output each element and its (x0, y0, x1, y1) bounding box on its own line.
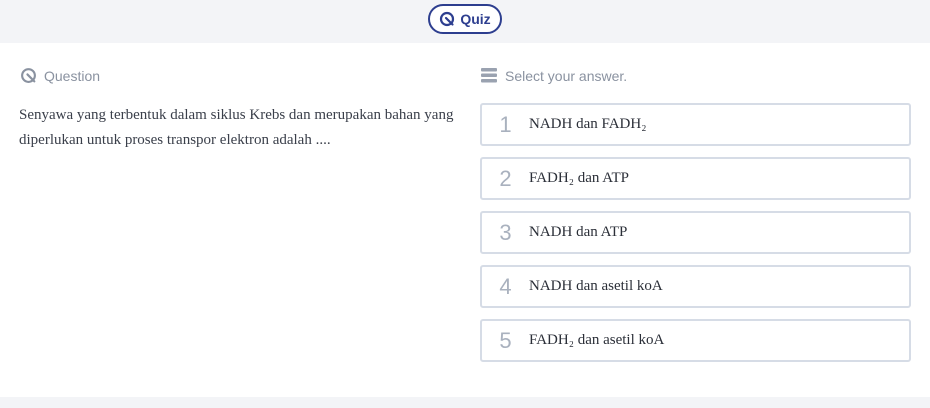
answer-option-1[interactable]: 1 NADH dan FADH₂ (480, 103, 911, 146)
bottom-strip (0, 397, 930, 408)
option-label: NADH dan ATP (529, 224, 628, 240)
answer-header: Select your answer. (481, 67, 627, 84)
option-number: 5 (499, 327, 512, 353)
option-label: NADH dan FADH₂ (529, 116, 647, 132)
list-icon (481, 67, 497, 84)
option-label: FADH₂ dan ATP (529, 170, 629, 186)
quiz-card: Question Senyawa yang terbentuk dalam si… (0, 43, 930, 397)
quiz-badge-button[interactable]: Quiz (428, 4, 502, 34)
answer-options: 1 NADH dan FADH₂ 2 FADH₂ dan ATP 3 NADH … (480, 103, 911, 373)
quiz-icon (439, 11, 455, 27)
quiz-badge-label: Quiz (460, 11, 491, 27)
answer-option-3[interactable]: 3 NADH dan ATP (480, 211, 911, 254)
question-header: Question (20, 67, 100, 84)
option-number: 3 (499, 219, 512, 245)
option-label: FADH₂ dan asetil koA (529, 332, 665, 348)
option-number: 4 (499, 273, 512, 299)
answer-header-label: Select your answer. (505, 67, 628, 84)
answer-option-2[interactable]: 2 FADH₂ dan ATP (480, 157, 911, 200)
question-text: Senyawa yang terbentuk dalam siklus Kreb… (19, 107, 454, 148)
answer-option-5[interactable]: 5 FADH₂ dan asetil koA (480, 319, 911, 362)
option-label: NADH dan asetil koA (529, 278, 663, 294)
top-bar: Quiz (0, 0, 930, 43)
quiz-icon (20, 67, 37, 84)
option-number: 1 (499, 111, 512, 137)
option-number: 2 (499, 165, 512, 191)
answer-option-4[interactable]: 4 NADH dan asetil koA (480, 265, 911, 308)
question-header-label: Question (44, 67, 101, 84)
